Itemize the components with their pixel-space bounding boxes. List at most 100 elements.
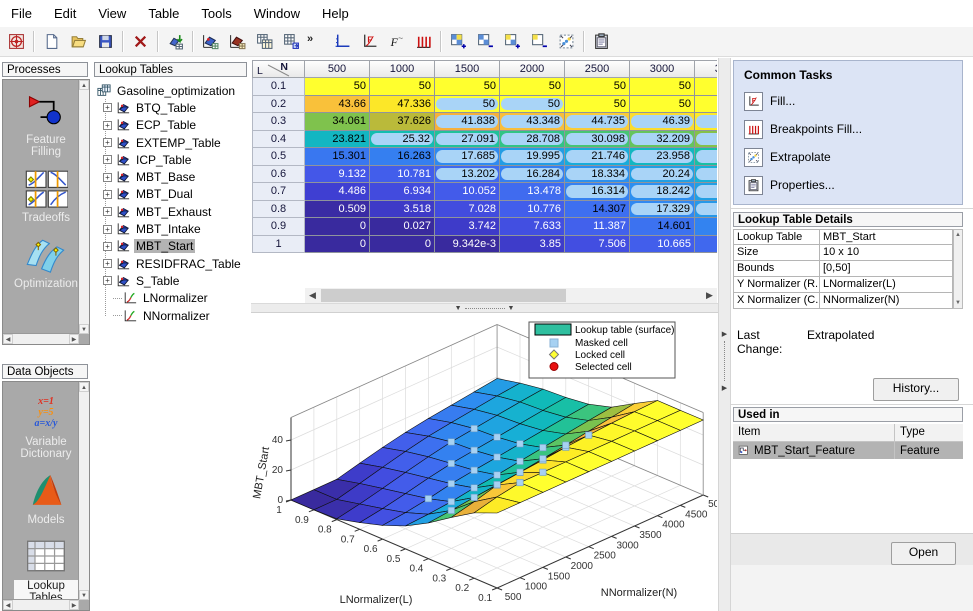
axes-fill-icon[interactable]: F xyxy=(356,29,383,55)
table-cell[interactable]: 21.746 xyxy=(565,148,630,166)
surf-new-icon[interactable] xyxy=(197,29,224,55)
panel-horizontal-scrollbar[interactable]: ◀▶ xyxy=(3,333,79,344)
row-header-0.9[interactable]: 0.9 xyxy=(252,218,305,236)
table-cell[interactable]: 11.387 xyxy=(565,218,630,236)
task-extrapolate[interactable]: Extrapolate xyxy=(744,147,831,167)
tree-item-ECP_Table[interactable]: +ECP_Table xyxy=(94,117,249,134)
tree-item-RESIDFRAC_Table[interactable]: +RESIDFRAC_Table xyxy=(94,255,249,272)
table-cell[interactable]: 10.776 xyxy=(500,201,565,219)
table-cell[interactable]: 46.39 xyxy=(630,113,695,131)
table-cell[interactable]: 50 xyxy=(305,78,370,96)
table-cell[interactable]: 15.301 xyxy=(305,148,370,166)
table-cell[interactable]: 17.685 xyxy=(435,148,500,166)
table-cell[interactable]: 50 xyxy=(370,78,435,96)
open-icon[interactable] xyxy=(65,29,92,55)
expand-icon[interactable]: + xyxy=(103,242,112,251)
delete-icon[interactable] xyxy=(127,29,154,55)
table-cell[interactable]: 7.633 xyxy=(500,218,565,236)
table-cell[interactable]: 50 xyxy=(435,78,500,96)
table-cell[interactable] xyxy=(695,218,717,236)
column-header-1000[interactable]: 1000 xyxy=(370,60,435,78)
menu-view[interactable]: View xyxy=(87,0,137,27)
table-cell[interactable]: 27.091 xyxy=(435,131,500,149)
table-cell[interactable]: 10.781 xyxy=(370,166,435,184)
scroll-down-icon[interactable]: ▼ xyxy=(79,590,89,600)
panel-vertical-scrollbar[interactable]: ▲▼ xyxy=(78,382,89,600)
row-header-0.5[interactable]: 0.5 xyxy=(252,148,305,166)
tree-item-MBT_Start[interactable]: +MBT_Start xyxy=(94,238,249,255)
menu-help[interactable]: Help xyxy=(311,0,360,27)
row-header-0.4[interactable]: 0.4 xyxy=(252,131,305,149)
vertical-splitter[interactable]: ▶▶ xyxy=(718,58,731,611)
scroll-down-icon[interactable]: ▼ xyxy=(79,324,89,334)
table-export-icon[interactable] xyxy=(278,29,305,55)
column-header-500[interactable]: 500 xyxy=(305,60,370,78)
table-cell[interactable]: 50 xyxy=(500,78,565,96)
scroll-left-icon[interactable]: ◀ xyxy=(305,288,320,303)
row-header-0.7[interactable]: 0.7 xyxy=(252,183,305,201)
horizontal-splitter[interactable]: ▼▼ xyxy=(251,303,718,313)
tree-item-ICP_Table[interactable]: +ICP_Table xyxy=(94,151,249,168)
panel-horizontal-scrollbar[interactable]: ◀▶ xyxy=(3,599,79,610)
clipboard-icon[interactable] xyxy=(588,29,615,55)
scroll-right-icon[interactable]: ▶ xyxy=(69,334,79,344)
scroll-up-icon[interactable]: ▲ xyxy=(79,80,89,90)
scroll-up-icon[interactable]: ▲ xyxy=(954,230,962,240)
table-cell[interactable]: 0.509 xyxy=(305,201,370,219)
table-cell[interactable]: 30.098 xyxy=(565,131,630,149)
panel-vertical-scrollbar[interactable]: ▲▼ xyxy=(78,80,89,334)
table-cell[interactable]: 18.334 xyxy=(565,166,630,184)
mask-add-icon[interactable] xyxy=(445,29,472,55)
scroll-left-icon[interactable]: ◀ xyxy=(3,600,13,610)
expand-icon[interactable]: + xyxy=(103,155,112,164)
table-cell[interactable]: 37.626 xyxy=(370,113,435,131)
column-header-3500[interactable]: 3500 xyxy=(695,60,717,78)
table-copy-icon[interactable] xyxy=(251,29,278,55)
sidebar-item-models[interactable]: Models xyxy=(14,470,78,526)
table-cell[interactable]: 19.995 xyxy=(500,148,565,166)
row-header-0.6[interactable]: 0.6 xyxy=(252,166,305,184)
table-cell[interactable]: 50 xyxy=(565,78,630,96)
row-header-1[interactable]: 1 xyxy=(252,236,305,254)
used-in-row[interactable]: MBT_Start_FeatureFeature xyxy=(733,442,963,459)
tree-item-NNormalizer[interactable]: NNormalizer xyxy=(94,307,249,324)
details-value[interactable]: MBT_Start xyxy=(819,229,953,245)
sidebar-item-tradeoffs[interactable]: Tradeoffs xyxy=(14,168,78,224)
table-cell[interactable]: 3.518 xyxy=(370,201,435,219)
open-button[interactable]: Open xyxy=(891,542,956,565)
table-cell[interactable]: 28.708 xyxy=(500,131,565,149)
sidebar-item-lookup-tables[interactable]: Lookup Tables xyxy=(14,536,78,604)
task-breakpoints-fill[interactable]: Breakpoints Fill... xyxy=(744,119,862,139)
expand-icon[interactable]: + xyxy=(103,207,112,216)
table-cell[interactable]: 41.838 xyxy=(435,113,500,131)
column-header-2000[interactable]: 2000 xyxy=(500,60,565,78)
scroll-down-icon[interactable]: ▼ xyxy=(954,298,962,308)
sidebar-item-variable-dictionary[interactable]: x=1y=5a=x/yVariable Dictionary xyxy=(14,392,78,460)
save-icon[interactable] xyxy=(92,29,119,55)
table-cell[interactable]: 50 xyxy=(565,96,630,114)
row-header-0.1[interactable]: 0.1 xyxy=(252,78,305,96)
tree-item-Gasoline_optimization[interactable]: Gasoline_optimization xyxy=(94,82,249,99)
table-cell[interactable]: 9.132 xyxy=(305,166,370,184)
tree-item-MBT_Exhaust[interactable]: +MBT_Exhaust xyxy=(94,203,249,220)
tree-item-EXTEMP_Table[interactable]: +EXTEMP_Table xyxy=(94,134,249,151)
table-cell[interactable]: 50 xyxy=(630,96,695,114)
scrollbar-thumb[interactable] xyxy=(321,289,566,302)
cage-icon[interactable] xyxy=(3,29,30,55)
table-cell[interactable]: 3.742 xyxy=(435,218,500,236)
vertical-splitter-handle[interactable]: ▶▶ xyxy=(719,330,730,392)
details-value[interactable]: [0,50] xyxy=(819,261,953,277)
row-header-0.2[interactable]: 0.2 xyxy=(252,96,305,114)
bars-icon[interactable] xyxy=(410,29,437,55)
new-icon[interactable] xyxy=(38,29,65,55)
table-cell[interactable] xyxy=(695,166,717,184)
table-cell[interactable]: 25.32 xyxy=(370,131,435,149)
table-cell[interactable]: 23.958 xyxy=(630,148,695,166)
table-cell[interactable]: 7.506 xyxy=(565,236,630,254)
details-scrollbar[interactable]: ▲ ▼ xyxy=(953,229,963,309)
table-cell[interactable]: 13.478 xyxy=(500,183,565,201)
column-header-1500[interactable]: 1500 xyxy=(435,60,500,78)
table-cell[interactable]: 16.314 xyxy=(565,183,630,201)
menu-table[interactable]: Table xyxy=(137,0,190,27)
scroll-left-icon[interactable]: ◀ xyxy=(3,334,13,344)
